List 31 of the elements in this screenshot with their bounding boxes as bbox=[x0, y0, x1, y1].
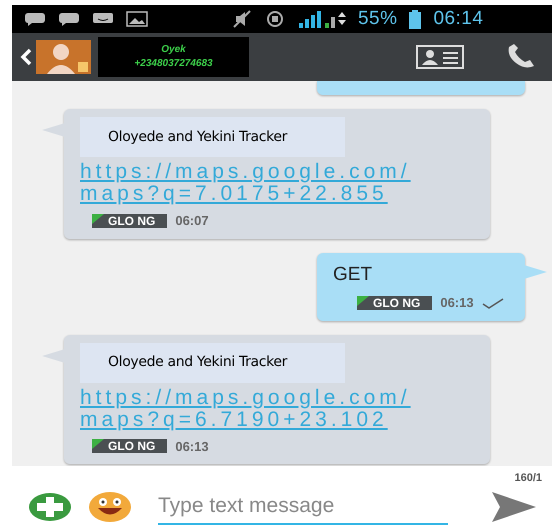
message-text: GET bbox=[333, 262, 374, 286]
carrier-badge: GLO NG bbox=[92, 439, 168, 454]
back-icon[interactable] bbox=[20, 48, 32, 66]
battery-percent: 55% bbox=[358, 6, 398, 31]
character-counter: 160/1 bbox=[514, 471, 542, 486]
message-time: 06:13 bbox=[175, 438, 209, 456]
contact-card-icon[interactable] bbox=[416, 45, 464, 69]
map-link[interactable]: https://maps.google.com/ maps?q=6.7190+23.102 bbox=[80, 386, 411, 430]
message-icon bbox=[92, 12, 114, 26]
battery-icon bbox=[409, 10, 422, 28]
message-title: Oloyede and Yekini Tracker bbox=[108, 128, 288, 146]
map-link[interactable]: https://maps.google.com/ maps?q=7.0175+22.855 bbox=[80, 161, 411, 205]
sync-icon bbox=[264, 10, 286, 28]
contact-name: Oyek bbox=[161, 43, 186, 57]
signal-icon bbox=[298, 9, 346, 29]
chat-icon bbox=[58, 12, 80, 26]
carrier-badge: GLO NG bbox=[92, 214, 168, 228]
chat-icon bbox=[24, 12, 46, 26]
phone-icon[interactable] bbox=[506, 44, 536, 70]
message-time: 06:13 bbox=[440, 294, 474, 312]
emoji-icon[interactable] bbox=[88, 491, 132, 523]
mute-icon bbox=[232, 10, 252, 28]
message-input[interactable]: Type text message bbox=[158, 489, 448, 525]
message-time: 06:07 bbox=[175, 212, 209, 230]
carrier-badge: GLO NG bbox=[357, 296, 432, 310]
send-icon[interactable] bbox=[490, 490, 538, 524]
clock: 06:14 bbox=[433, 6, 484, 31]
contact-number: +2348037274683 bbox=[134, 57, 213, 71]
image-icon bbox=[126, 11, 148, 27]
add-icon[interactable] bbox=[28, 492, 72, 522]
message-title: Oloyede and Yekini Tracker bbox=[108, 353, 288, 372]
